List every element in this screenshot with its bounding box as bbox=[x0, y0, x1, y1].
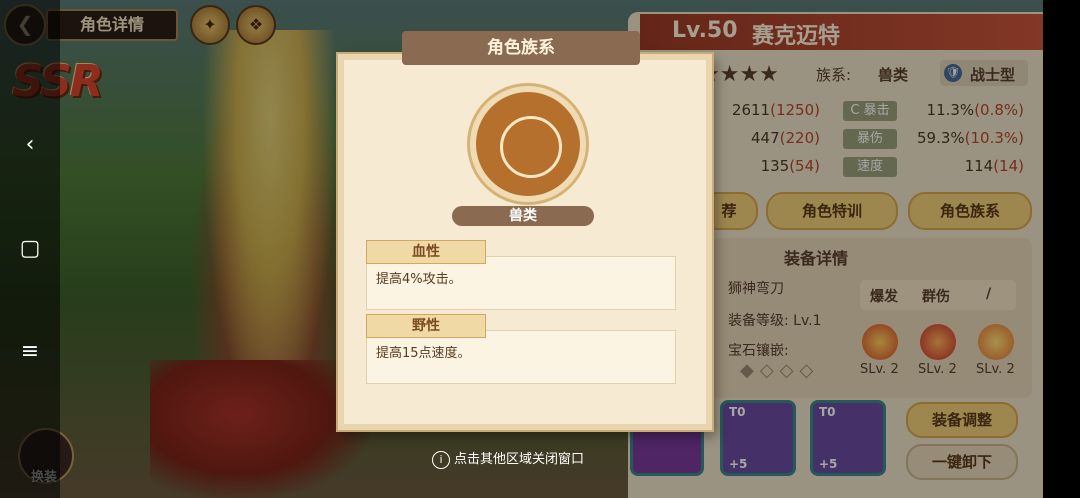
info-icon: i bbox=[432, 451, 450, 469]
family-name-label: 兽类 bbox=[452, 206, 594, 226]
beast-family-emblem-icon bbox=[470, 86, 586, 202]
nav-home-button[interactable]: ▢ bbox=[0, 229, 60, 269]
game-scene: SSR ❮ 角色详情 ✦ ❖ Lv.50 赛克迈特 ★★★★ 族系: 兽类 🛡 … bbox=[0, 0, 1043, 498]
nav-menu-button[interactable]: ≡ bbox=[0, 332, 60, 372]
side-black-bar bbox=[1043, 0, 1080, 498]
trait-title: 血性 bbox=[366, 240, 486, 264]
trait-desc: 提高15点速度。 bbox=[376, 346, 471, 361]
system-nav-bar: ‹ ▢ ≡ bbox=[0, 0, 60, 498]
close-hint: i 点击其他区域关闭窗口 bbox=[432, 448, 584, 469]
trait-desc: 提高4%攻击。 bbox=[376, 272, 462, 287]
modal-title: 角色族系 bbox=[402, 31, 640, 65]
trait-title: 野性 bbox=[366, 314, 486, 338]
nav-back-button[interactable]: ‹ bbox=[0, 125, 60, 165]
